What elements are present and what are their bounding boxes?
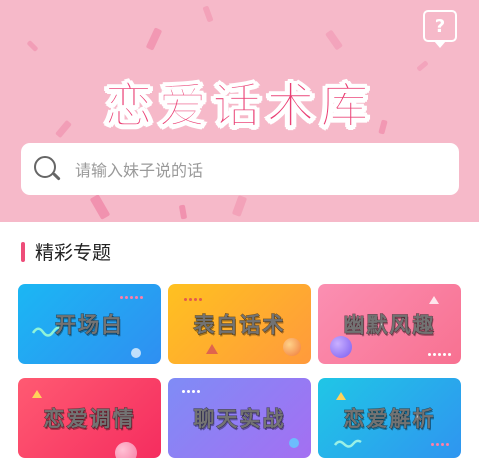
dots-decoration	[182, 390, 200, 393]
confetti-decoration	[231, 195, 248, 217]
confetti-decoration	[324, 29, 344, 51]
header-banner: ? 恋爱话术库 请输入妹子说的话	[0, 0, 479, 222]
triangle-decoration	[206, 344, 218, 354]
search-icon	[33, 155, 61, 183]
topic-card-label: 幽默风趣	[343, 313, 436, 338]
wave-decoration	[334, 439, 362, 448]
dots-decoration	[120, 296, 143, 299]
confetti-decoration	[178, 204, 188, 220]
topic-card-confession[interactable]: 表白话术	[168, 284, 311, 364]
section-header: 精彩专题	[21, 238, 111, 265]
topic-card-opening-line[interactable]: 开场白	[18, 284, 161, 364]
ball-decoration	[283, 338, 301, 356]
topic-card-label: 恋爱调情	[43, 407, 136, 432]
triangle-decoration	[336, 392, 346, 400]
section-title: 精彩专题	[35, 242, 112, 264]
triangle-decoration	[32, 390, 42, 398]
help-question-icon: ?	[434, 15, 446, 37]
page-title: 恋爱话术库	[104, 78, 375, 135]
confetti-decoration	[89, 194, 111, 220]
topic-card-humor[interactable]: 幽默风趣	[318, 284, 461, 364]
search-bar[interactable]: 请输入妹子说的话	[21, 143, 459, 195]
dots-decoration	[428, 353, 451, 356]
topic-card-chat-practice[interactable]: 聊天实战	[168, 378, 311, 458]
dots-decoration	[184, 298, 202, 301]
dots-decoration	[431, 443, 449, 446]
search-input[interactable]: 请输入妹子说的话	[75, 157, 203, 181]
ball-decoration	[330, 336, 352, 358]
topic-card-love-analysis[interactable]: 恋爱解析	[318, 378, 461, 458]
topic-card-label: 表白话术	[193, 313, 286, 338]
topic-card-flirting[interactable]: 恋爱调情	[18, 378, 161, 458]
section-accent-bar	[21, 241, 25, 262]
circle-decoration	[131, 348, 141, 358]
triangle-decoration	[429, 296, 439, 304]
topic-card-label: 聊天实战	[193, 407, 286, 432]
confetti-decoration	[145, 27, 163, 51]
topic-card-label: 恋爱解析	[343, 407, 436, 432]
circle-decoration	[289, 438, 299, 448]
help-button[interactable]: ?	[423, 10, 457, 48]
topic-card-label: 开场白	[55, 313, 124, 338]
ball-decoration	[115, 442, 137, 458]
confetti-decoration	[26, 39, 39, 53]
confetti-decoration	[202, 5, 214, 23]
